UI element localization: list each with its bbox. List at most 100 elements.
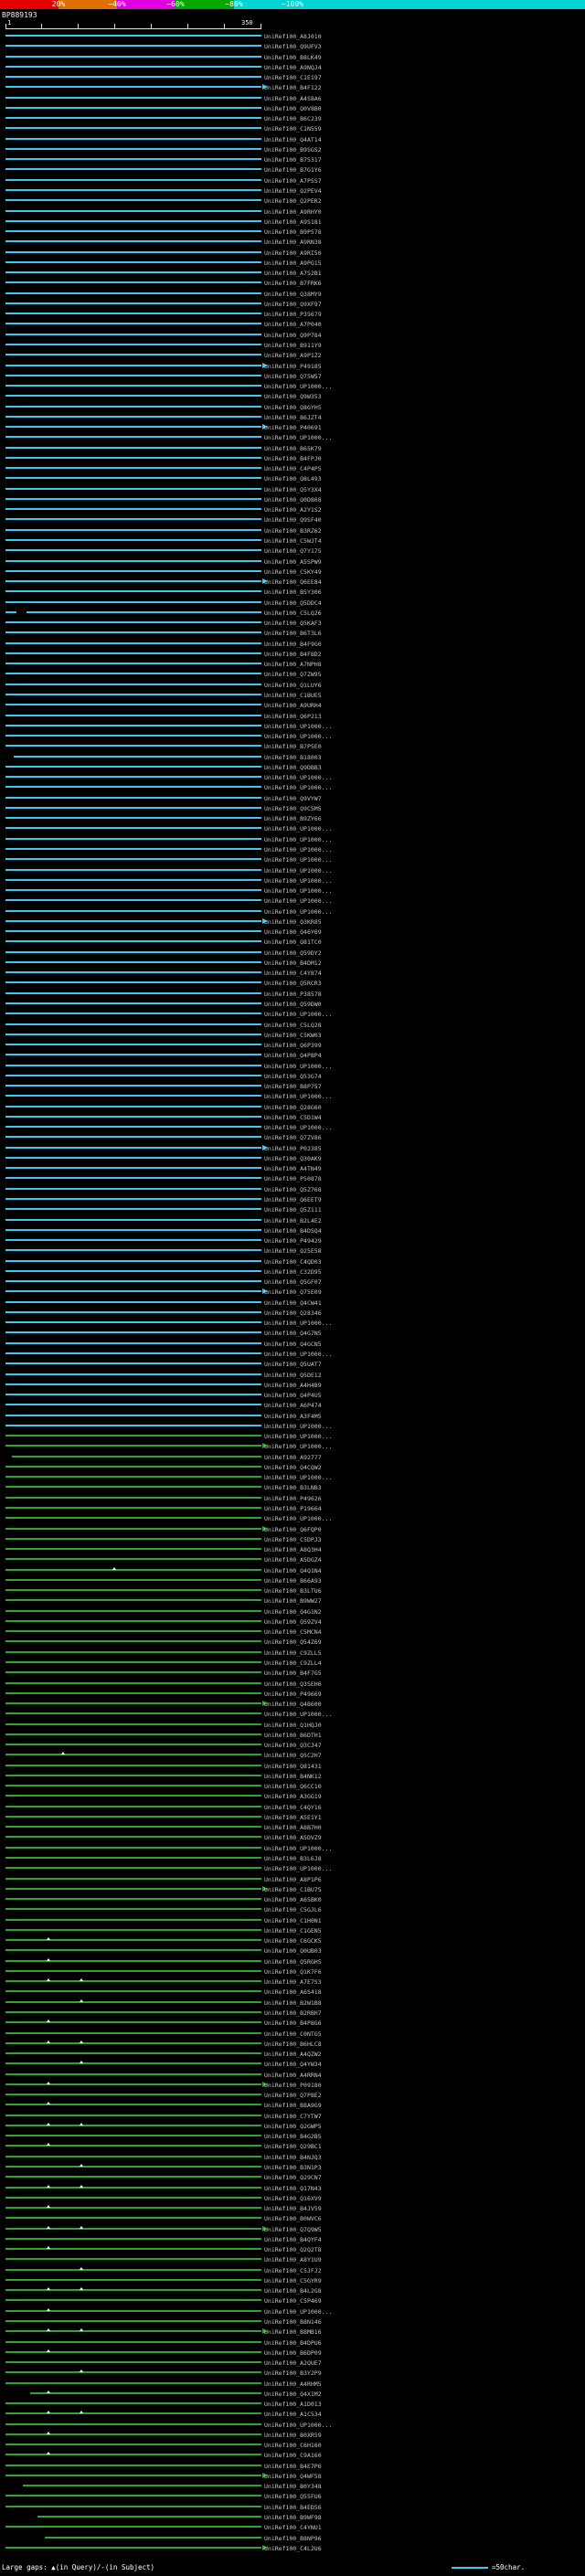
hit-label[interactable]: UniRef100_A1D013 — [264, 2401, 322, 2408]
hit-bar[interactable] — [5, 1723, 261, 1725]
hit-bar[interactable] — [5, 2155, 261, 2157]
hit-bar[interactable] — [5, 641, 261, 644]
hit-bar[interactable] — [5, 106, 261, 109]
hit-label[interactable]: UniRef100_Q2PER2 — [264, 197, 322, 205]
hit-label[interactable]: UniRef100_A2Y1S2 — [264, 506, 322, 514]
hit-bar[interactable] — [5, 1044, 261, 1046]
hit-label[interactable]: UniRef100_Q9C5M5 — [264, 805, 322, 812]
hit-label[interactable]: UniRef100_P40691 — [264, 424, 322, 431]
hit-label[interactable]: UniRef100_Q3CJ47 — [264, 1742, 322, 1749]
hit-bar[interactable] — [5, 2165, 261, 2168]
hit-bar[interactable] — [5, 2340, 261, 2343]
hit-bar[interactable] — [5, 2011, 261, 2013]
hit-label[interactable]: UniRef100_B8A9G9 — [264, 2102, 322, 2109]
hit-bar[interactable] — [5, 2350, 261, 2353]
hit-label[interactable]: UniRef100_UP1000... — [264, 1423, 332, 1430]
hit-bar[interactable] — [5, 2443, 261, 2446]
hit-label[interactable]: UniRef100_Q9DBB3 — [264, 764, 322, 771]
hit-label[interactable]: UniRef100_Q2PEV4 — [264, 187, 322, 195]
hit-label[interactable]: UniRef100_B8N146 — [264, 2318, 322, 2326]
hit-bar[interactable] — [12, 1455, 261, 1458]
hit-label[interactable]: UniRef100_A8Q3H4 — [264, 1546, 322, 1553]
hit-bar[interactable] — [5, 1321, 261, 1324]
hit-bar[interactable] — [5, 1198, 261, 1201]
hit-bar[interactable] — [5, 1867, 261, 1870]
hit-bar[interactable] — [5, 2041, 261, 2044]
hit-label[interactable]: UniRef100_Q29CN7 — [264, 2174, 322, 2181]
hit-label[interactable]: UniRef100_UP1000... — [264, 1845, 332, 1852]
hit-label[interactable]: UniRef100_A7PSS7 — [264, 177, 322, 185]
hit-label[interactable]: UniRef100_Q7ZW95 — [264, 671, 322, 678]
hit-bar[interactable] — [5, 2052, 261, 2055]
hit-bar[interactable] — [5, 497, 261, 500]
hit-label[interactable]: UniRef100_Q6EET9 — [264, 1196, 322, 1203]
hit-bar[interactable] — [5, 1609, 261, 1612]
hit-label[interactable]: UniRef100_B7G1Y6 — [264, 166, 322, 174]
hit-bar[interactable] — [5, 2526, 261, 2528]
hit-label[interactable]: UniRef100_B4DSQ4 — [264, 1227, 322, 1235]
hit-label[interactable]: UniRef100_C1BUE5 — [264, 692, 322, 699]
hit-bar[interactable] — [5, 2454, 261, 2456]
hit-bar[interactable] — [5, 2217, 261, 2220]
hit-bar[interactable] — [5, 1156, 261, 1159]
hit-label[interactable]: UniRef100_P49669 — [264, 1691, 322, 1698]
hit-label[interactable]: UniRef100_Q3SEH6 — [264, 1680, 322, 1688]
hit-bar[interactable] — [5, 786, 261, 789]
hit-label[interactable]: UniRef100_C5P469 — [264, 2297, 322, 2305]
hit-label[interactable]: UniRef100_B0Y348 — [264, 2483, 322, 2490]
hit-bar[interactable] — [5, 1990, 261, 1993]
hit-bar[interactable] — [5, 694, 261, 695]
hit-bar[interactable] — [5, 1300, 261, 1303]
hit-bar[interactable] — [5, 590, 261, 593]
hit-bar[interactable] — [5, 415, 261, 418]
hit-label[interactable]: UniRef100_UP1000... — [264, 846, 332, 853]
hit-bar[interactable] — [5, 765, 261, 768]
hit-label[interactable]: UniRef100_B4F7G5 — [264, 1670, 322, 1677]
hit-bar[interactable] — [5, 580, 261, 583]
hit-bar[interactable] — [5, 2474, 261, 2476]
hit-bar[interactable] — [5, 1918, 261, 1921]
hit-bar[interactable] — [5, 45, 261, 48]
hit-bar[interactable] — [5, 364, 261, 366]
hit-label[interactable]: UniRef100_Q0V8B0 — [264, 105, 322, 112]
hit-bar[interactable] — [5, 569, 261, 572]
hit-label[interactable]: UniRef100_UP1000... — [264, 2308, 332, 2316]
hit-label[interactable]: UniRef100_Q2Q2T8 — [264, 2246, 322, 2253]
hit-bar[interactable] — [5, 2207, 261, 2210]
hit-bar[interactable] — [5, 1310, 261, 1313]
hit-bar[interactable] — [5, 1660, 261, 1663]
hit-bar[interactable] — [5, 827, 261, 830]
hit-bar[interactable] — [5, 2258, 261, 2261]
hit-bar[interactable] — [5, 1476, 261, 1479]
hit-label[interactable]: UniRef100_C4Y874 — [264, 970, 322, 977]
hit-bar[interactable] — [5, 1691, 261, 1694]
hit-label[interactable]: UniRef100_A1C534 — [264, 2411, 322, 2418]
hit-bar[interactable] — [5, 2227, 261, 2230]
hit-bar[interactable] — [5, 1269, 261, 1272]
hit-label[interactable]: UniRef100_Q6P213 — [264, 713, 322, 720]
hit-bar[interactable] — [45, 2536, 261, 2539]
hit-label[interactable]: UniRef100_A5E1Y1 — [264, 1814, 322, 1821]
hit-bar[interactable] — [5, 1939, 261, 1942]
hit-bar[interactable] — [5, 86, 261, 89]
hit-label[interactable]: UniRef100_B4G2B5 — [264, 2133, 322, 2140]
hit-label[interactable]: UniRef100_P49626 — [264, 1495, 322, 1502]
hit-bar[interactable] — [5, 1362, 261, 1365]
hit-bar[interactable] — [5, 426, 261, 429]
hit-bar[interactable] — [5, 1846, 261, 1849]
hit-label[interactable]: UniRef100_Q53G74 — [264, 1073, 322, 1080]
hit-bar[interactable] — [5, 1424, 261, 1426]
hit-label[interactable]: UniRef100_A9RN38 — [264, 239, 322, 246]
hit-label[interactable]: UniRef100_B9ZY66 — [264, 815, 322, 822]
hit-label[interactable]: UniRef100_UP1000... — [264, 1443, 332, 1450]
hit-label[interactable]: UniRef100_Q16XV9 — [264, 2195, 322, 2202]
hit-label[interactable]: UniRef100_Q5KAF3 — [264, 620, 322, 627]
hit-label[interactable]: UniRef100_Q4CW41 — [264, 1299, 322, 1307]
hit-bar[interactable] — [5, 1280, 261, 1283]
hit-label[interactable]: UniRef100_A9P1Z2 — [264, 352, 322, 359]
hit-bar[interactable] — [5, 1496, 261, 1499]
hit-bar[interactable] — [5, 1548, 261, 1551]
hit-bar[interactable] — [5, 899, 261, 902]
hit-bar[interactable] — [5, 1599, 261, 1602]
hit-bar[interactable] — [5, 76, 261, 79]
